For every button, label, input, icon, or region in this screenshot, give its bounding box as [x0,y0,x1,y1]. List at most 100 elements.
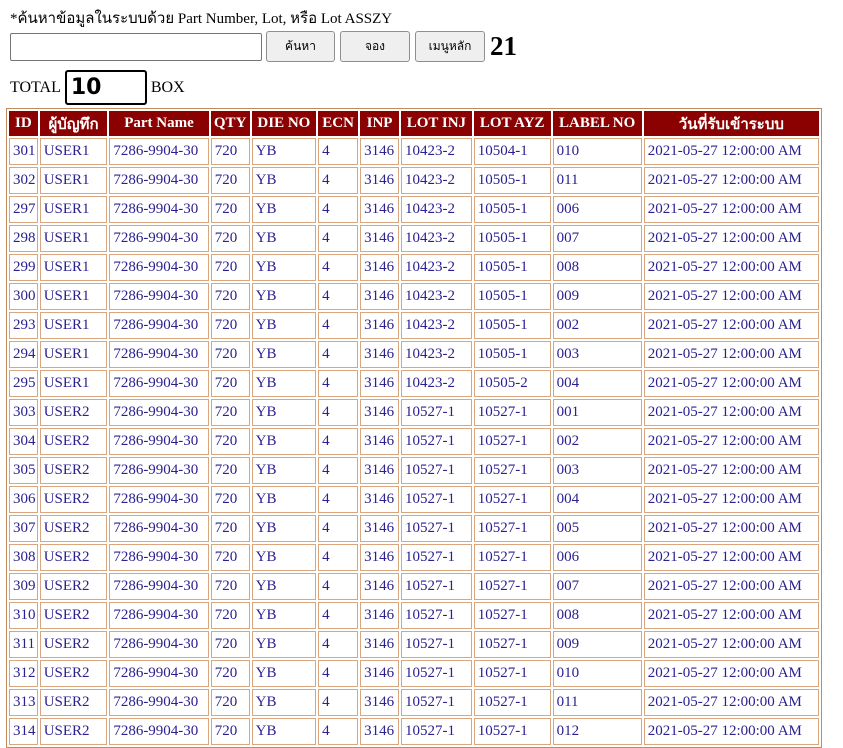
column-header: ผู้บัญทึก [39,111,108,136]
table-cell: 10505-1 [473,196,551,223]
table-cell: 011 [552,689,642,716]
table-cell: 4 [318,341,359,368]
table-cell: 004 [552,370,642,397]
table-cell: 720 [210,428,250,455]
table-cell: USER2 [39,689,108,716]
table-cell: 4 [318,544,359,571]
table-cell: 3146 [360,138,400,165]
table-cell: 2021-05-27 12:00:00 AM [643,573,819,600]
table-cell: 2021-05-27 12:00:00 AM [643,196,819,223]
table-cell: USER2 [39,718,108,745]
table-row: 300 USER1 7286-9904-30 720 YB 4 3146 10423-2 105… [9,283,819,310]
table-cell: 4 [318,370,359,397]
table-cell: YB [251,225,317,252]
table-cell: 10527-1 [473,660,551,687]
table-row: 297 USER1 7286-9904-30 720 YB 4 3146 10423-2 105… [9,196,819,223]
table-cell: 720 [210,544,250,571]
column-header: LOT INJ [401,111,472,136]
main-menu-button[interactable]: เมนูหลัก [415,31,485,62]
table-cell: 10527-1 [473,399,551,426]
table-cell: 310 [9,602,38,629]
table-cell: 10423-2 [401,312,472,339]
table-cell: USER2 [39,573,108,600]
table-cell: 720 [210,341,250,368]
table-cell: 311 [9,631,38,658]
column-header: ID [9,111,38,136]
table-cell: 10527-1 [473,486,551,513]
table-row: 299 USER1 7286-9904-30 720 YB 4 3146 10423-2 105… [9,254,819,281]
table-cell: 308 [9,544,38,571]
table-cell: 10505-1 [473,312,551,339]
table-cell: 005 [552,515,642,542]
table-row: 309 USER2 7286-9904-30 720 YB 4 3146 10527-1 105… [9,573,819,600]
table-row: 305 USER2 7286-9904-30 720 YB 4 3146 10527-1 105… [9,457,819,484]
table-cell: 10527-1 [401,428,472,455]
table-cell: 2021-05-27 12:00:00 AM [643,254,819,281]
column-header: INP [360,111,400,136]
table-cell: 720 [210,283,250,310]
table-cell: 3146 [360,254,400,281]
table-cell: 10527-1 [401,457,472,484]
reserve-button[interactable]: จอง [340,31,410,62]
table-row: 311 USER2 7286-9904-30 720 YB 4 3146 10527-1 105… [9,631,819,658]
table-row: 313 USER2 7286-9904-30 720 YB 4 3146 10527-1 105… [9,689,819,716]
table-cell: 3146 [360,689,400,716]
table-cell: 3146 [360,341,400,368]
table-cell: YB [251,312,317,339]
table-cell: 2021-05-27 12:00:00 AM [643,486,819,513]
table-cell: 2021-05-27 12:00:00 AM [643,718,819,745]
table-body: 301 USER1 7286-9904-30 720 YB 4 3146 10423-2 105… [9,138,819,745]
table-cell: 3146 [360,196,400,223]
table-cell: 4 [318,689,359,716]
table-cell: 3146 [360,225,400,252]
table-cell: 720 [210,138,250,165]
table-cell: 4 [318,254,359,281]
table-cell: 2021-05-27 12:00:00 AM [643,167,819,194]
table-cell: 3146 [360,573,400,600]
table-cell: 7286-9904-30 [109,312,209,339]
table-row: 307 USER2 7286-9904-30 720 YB 4 3146 10527-1 105… [9,515,819,542]
table-cell: 10527-1 [473,689,551,716]
table-cell: 2021-05-27 12:00:00 AM [643,283,819,310]
column-header: ECN [318,111,359,136]
table-cell: 4 [318,225,359,252]
table-cell: 003 [552,457,642,484]
table-cell: 7286-9904-30 [109,283,209,310]
table-cell: USER2 [39,660,108,687]
table-cell: 7286-9904-30 [109,138,209,165]
table-cell: 3146 [360,602,400,629]
total-box-input[interactable] [64,70,147,105]
table-cell: 10527-1 [473,573,551,600]
table-cell: 7286-9904-30 [109,544,209,571]
table-cell: 10527-1 [401,631,472,658]
table-cell: 10505-1 [473,225,551,252]
search-button[interactable]: ค้นหา [266,31,335,62]
table-row: 308 USER2 7286-9904-30 720 YB 4 3146 10527-1 105… [9,544,819,571]
table-cell: 009 [552,283,642,310]
search-input[interactable] [10,32,262,61]
table-row: 294 USER1 7286-9904-30 720 YB 4 3146 10423-2 105… [9,341,819,368]
table-cell: 2021-05-27 12:00:00 AM [643,138,819,165]
table-cell: USER2 [39,457,108,484]
table-cell: 4 [318,631,359,658]
table-row: 293 USER1 7286-9904-30 720 YB 4 3146 10423-2 105… [9,312,819,339]
table-row: 295 USER1 7286-9904-30 720 YB 4 3146 10423-2 105… [9,370,819,397]
table-cell: 010 [552,138,642,165]
table-cell: 720 [210,718,250,745]
table-cell: 10527-1 [401,660,472,687]
table-cell: USER2 [39,631,108,658]
table-row: 302 USER1 7286-9904-30 720 YB 4 3146 10423-2 105… [9,167,819,194]
table-cell: USER1 [39,312,108,339]
table-cell: YB [251,167,317,194]
table-cell: 4 [318,428,359,455]
table-cell: USER1 [39,370,108,397]
table-cell: 4 [318,602,359,629]
table-cell: 2021-05-27 12:00:00 AM [643,312,819,339]
table-cell: YB [251,544,317,571]
table-cell: 7286-9904-30 [109,486,209,513]
table-cell: 7286-9904-30 [109,370,209,397]
table-cell: 7286-9904-30 [109,689,209,716]
table-cell: YB [251,196,317,223]
table-cell: 7286-9904-30 [109,196,209,223]
table-cell: 299 [9,254,38,281]
